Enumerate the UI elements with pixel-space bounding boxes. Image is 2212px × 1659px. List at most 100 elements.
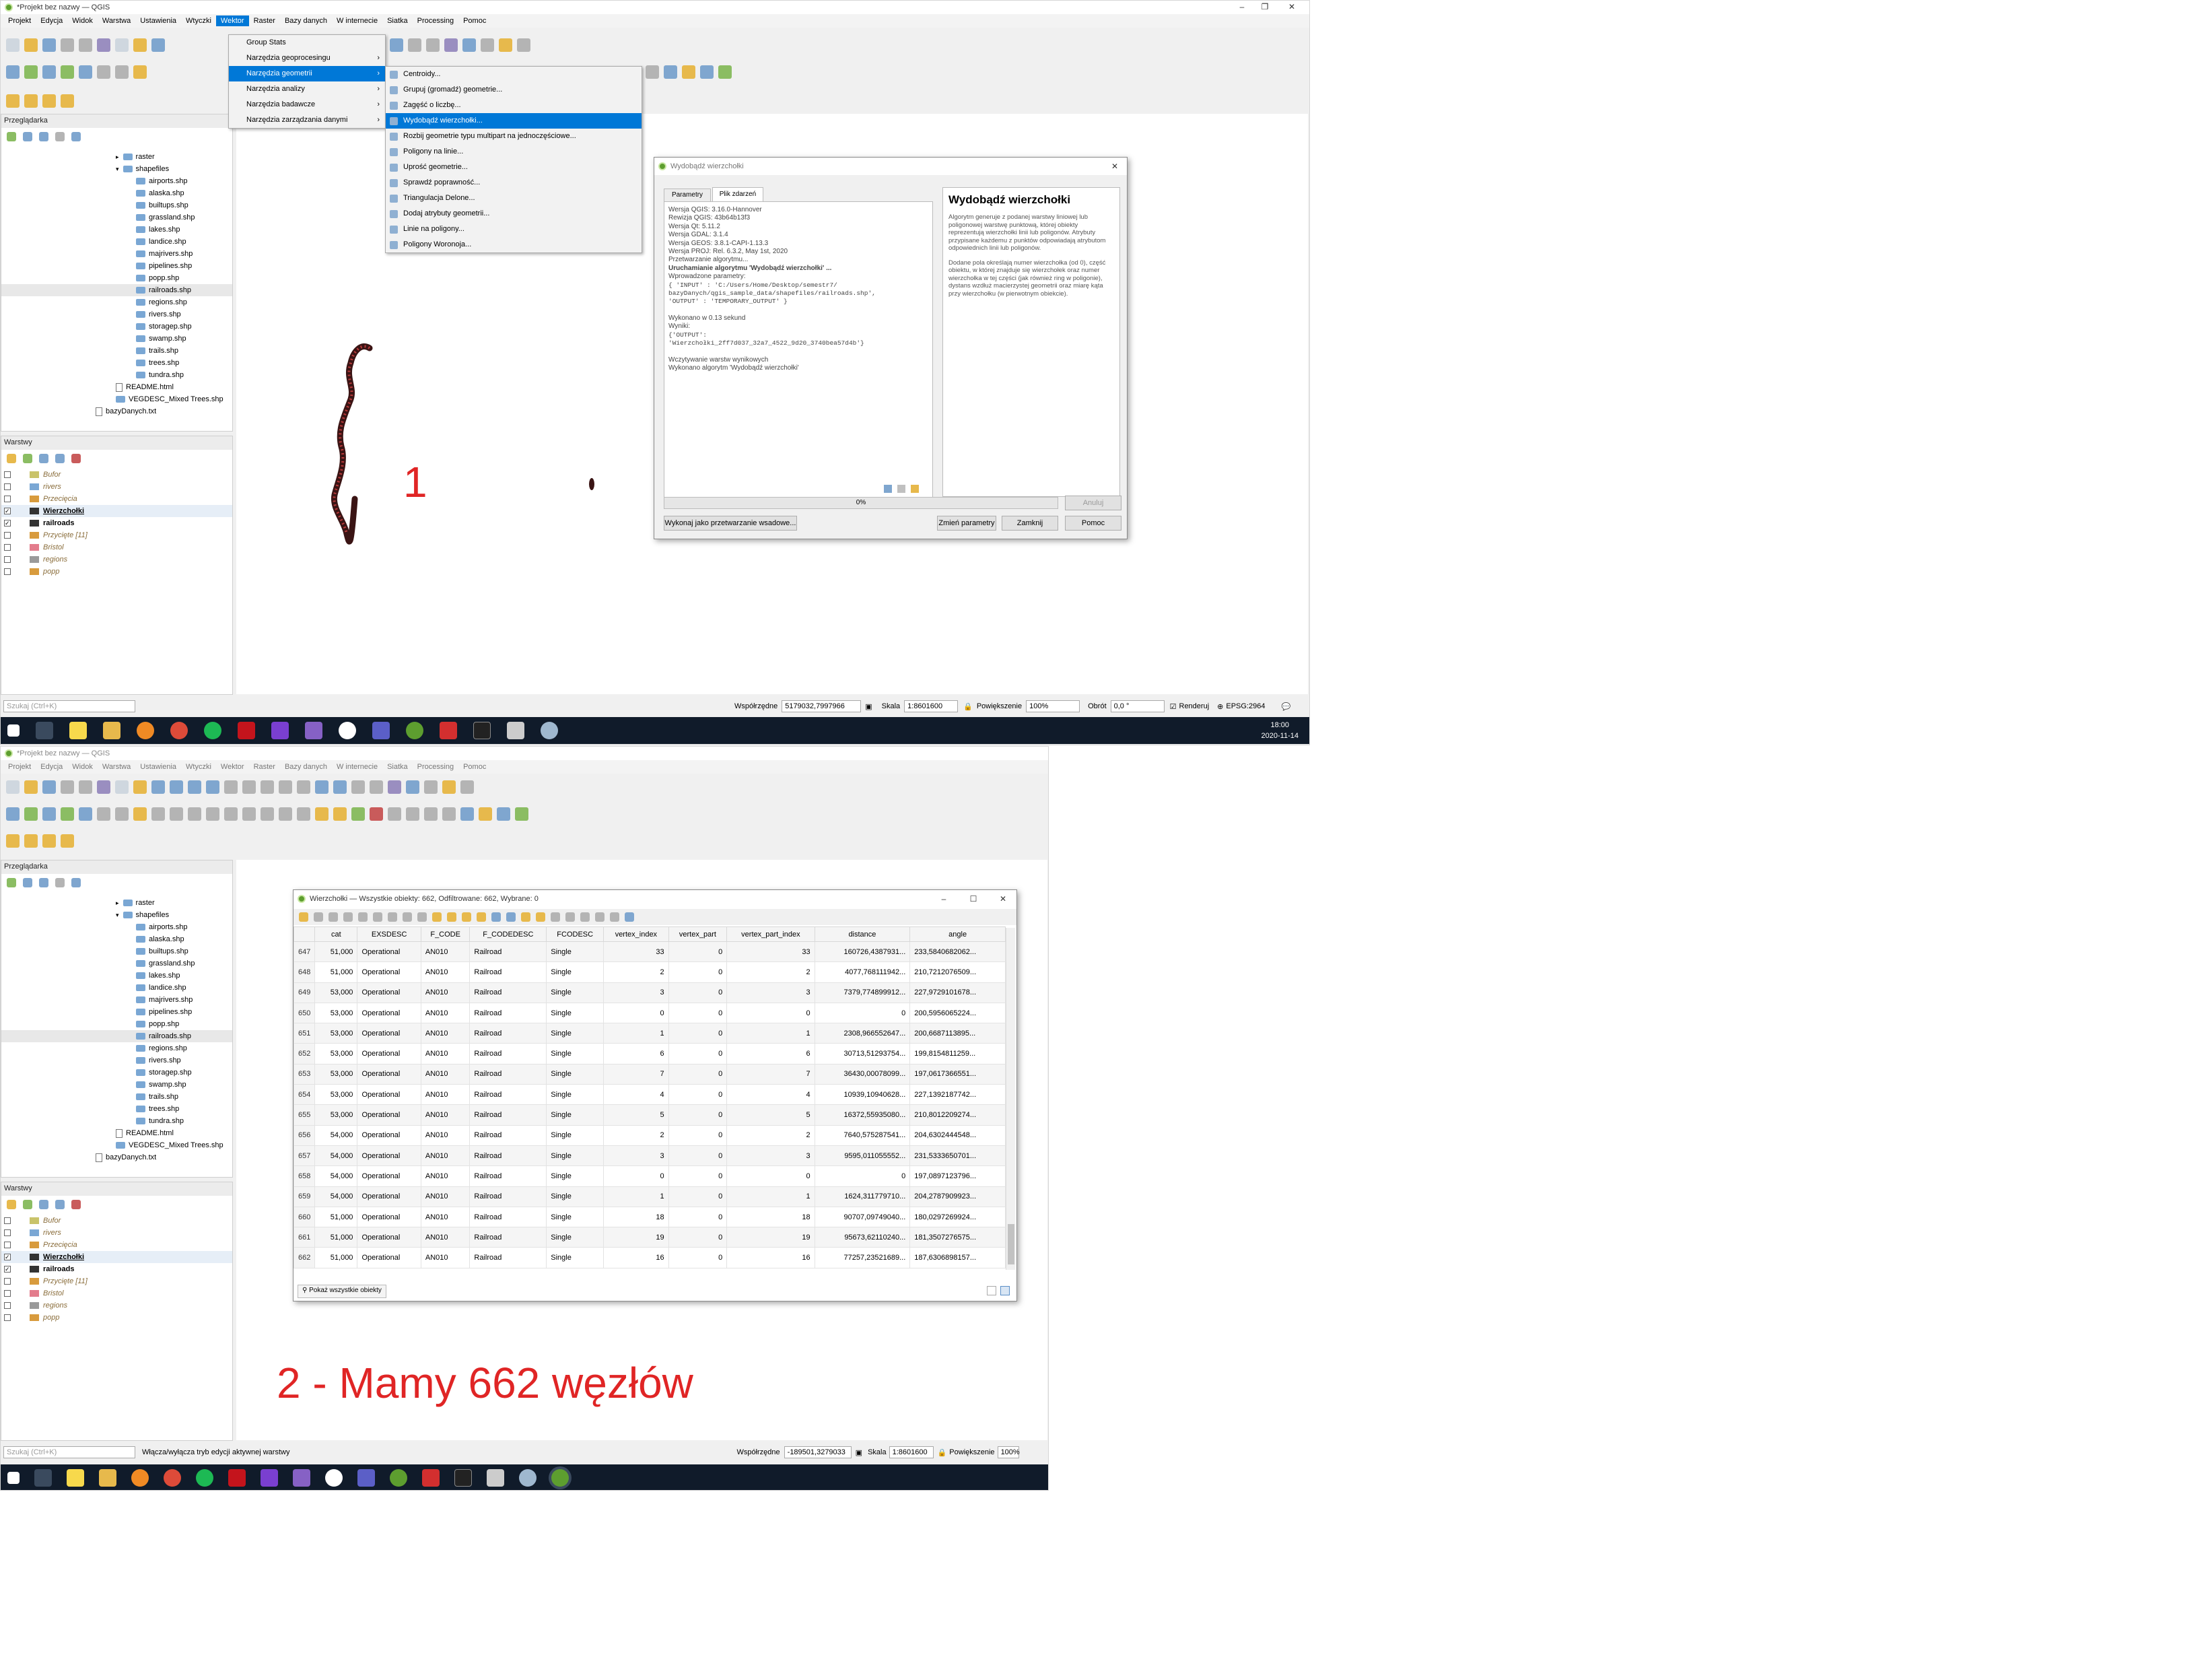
layer-visibility-checkbox[interactable]	[4, 1278, 11, 1285]
menu-wektor[interactable]: Wektor	[216, 761, 249, 772]
column-header[interactable]: F_CODEDESC	[469, 926, 547, 942]
text-annotation-icon[interactable]	[517, 38, 530, 52]
menu-widok[interactable]: Widok	[67, 761, 98, 772]
add-layer-icon[interactable]	[7, 878, 16, 887]
zoom-full-icon[interactable]	[188, 780, 201, 794]
expand-arrow-icon[interactable]: ▾	[116, 912, 119, 918]
coordinate-field[interactable]: -189501,3279033	[784, 1446, 852, 1458]
style-manager-icon[interactable]	[97, 780, 110, 794]
identify-icon[interactable]	[390, 38, 403, 52]
netflix-icon[interactable]	[238, 722, 255, 739]
select-features-icon[interactable]	[6, 94, 20, 108]
deselect-icon[interactable]	[42, 94, 56, 108]
add-vector-icon[interactable]	[42, 65, 56, 79]
close-button[interactable]: Zamknij	[1002, 516, 1058, 531]
extents-icon[interactable]: ▣	[856, 1448, 862, 1457]
browser-item[interactable]: rivers.shp	[1, 1054, 232, 1066]
restore-icon[interactable]: ❐	[1255, 2, 1274, 11]
browser-item[interactable]: lakes.shp	[1, 970, 232, 982]
layer-item[interactable]: Bufor	[1, 1215, 232, 1227]
info-icon[interactable]	[71, 132, 81, 141]
lock-icon[interactable]: 🔒	[938, 1448, 947, 1457]
delete-selected-icon[interactable]	[206, 807, 219, 821]
scale-field[interactable]: 1:8601600	[889, 1446, 934, 1458]
menu-projekt[interactable]: Projekt	[3, 761, 36, 772]
print-layout-icon[interactable]	[61, 780, 74, 794]
dock-icon[interactable]	[625, 912, 634, 922]
acrobat-icon[interactable]	[440, 722, 457, 739]
browser-item[interactable]: trails.shp	[1, 345, 232, 357]
layer-visibility-checkbox[interactable]: ✓	[4, 1266, 11, 1273]
browser-item[interactable]: rivers.shp	[1, 308, 232, 320]
table-row[interactable]: 652 53,000 Operational AN010 Railroad Single 6…	[293, 1043, 1006, 1064]
sticky-notes-icon[interactable]	[67, 1469, 84, 1487]
browser-item[interactable]: alaska.shp	[1, 187, 232, 199]
layer-item[interactable]: Przycięte [11]	[1, 529, 232, 541]
form-view-icon[interactable]	[987, 1286, 996, 1295]
layer-visibility-checkbox[interactable]	[4, 556, 11, 563]
statistics-icon[interactable]	[462, 38, 476, 52]
pan-icon[interactable]	[115, 780, 129, 794]
tab-log[interactable]: Plik zdarzeń	[712, 187, 763, 202]
toggle-edit-icon[interactable]	[133, 65, 147, 79]
copy-log-icon[interactable]	[897, 485, 905, 493]
column-header[interactable]: EXSDESC	[357, 926, 421, 942]
new-geopackage-icon[interactable]	[24, 65, 38, 79]
move-label-icon[interactable]	[388, 807, 401, 821]
layer-item[interactable]: ✓ Wierzchołki	[1, 505, 232, 517]
inkscape-icon[interactable]	[507, 722, 524, 739]
table-row[interactable]: 648 51,000 Operational AN010 Railroad Single 2…	[293, 961, 1006, 983]
move-top-icon[interactable]	[506, 912, 516, 922]
redo-icon[interactable]	[297, 807, 310, 821]
copy-icon[interactable]	[403, 912, 412, 922]
column-header[interactable]: vertex_index	[603, 926, 669, 942]
layer-visibility-checkbox[interactable]	[4, 1229, 11, 1236]
open-project-icon[interactable]	[24, 38, 38, 52]
layer-visibility-checkbox[interactable]	[4, 532, 11, 539]
browser-item[interactable]: swamp.shp	[1, 333, 232, 345]
geometry-menu-item[interactable]: Grupuj (gromadź) geometrie...	[386, 82, 642, 98]
geometry-menu-item[interactable]: Linie na poligony...	[386, 222, 642, 237]
browser-item[interactable]: pipelines.shp	[1, 1006, 232, 1018]
select-all-icon[interactable]	[447, 912, 456, 922]
minimize-icon[interactable]: –	[1233, 2, 1251, 11]
table-row[interactable]: 661 51,000 Operational AN010 Railroad Single 1…	[293, 1227, 1006, 1248]
column-header[interactable]: angle	[909, 926, 1006, 942]
browser-item[interactable]: railroads.shp	[1, 1030, 232, 1042]
add-feature-icon[interactable]	[170, 807, 183, 821]
conditional-format-icon[interactable]	[595, 912, 604, 922]
add-mesh-icon[interactable]	[79, 807, 92, 821]
label-icon[interactable]	[61, 94, 74, 108]
vertex-tool-icon[interactable]	[188, 807, 201, 821]
misc-tool-icon[interactable]	[646, 65, 659, 79]
select-expression-icon[interactable]	[432, 912, 442, 922]
menu-processing[interactable]: Processing	[413, 15, 458, 26]
reload-icon[interactable]	[343, 912, 353, 922]
browser-item[interactable]: swamp.shp	[1, 1079, 232, 1091]
teams-icon[interactable]	[357, 1469, 375, 1487]
geometry-menu-item[interactable]: Sprawdź poprawność...	[386, 175, 642, 191]
invert-selection-icon[interactable]	[462, 912, 471, 922]
deselect-all-icon[interactable]	[477, 912, 486, 922]
globe-icon[interactable]	[460, 807, 474, 821]
menu-bazy-danych[interactable]: Bazy danych	[280, 15, 332, 26]
new-project-icon[interactable]	[6, 38, 20, 52]
browser-item[interactable]: popp.shp	[1, 272, 232, 284]
browser-item[interactable]: VEGDESC_Mixed Trees.shp	[1, 393, 232, 405]
table-row[interactable]: 660 51,000 Operational AN010 Railroad Single 1…	[293, 1206, 1006, 1228]
row-number[interactable]: 653	[293, 1063, 316, 1085]
table-row[interactable]: 651 53,000 Operational AN010 Railroad Single 1…	[293, 1023, 1006, 1044]
menu-projekt[interactable]: Projekt	[3, 15, 36, 26]
filter-icon[interactable]	[39, 1200, 48, 1209]
menu-pomoc[interactable]: Pomoc	[458, 761, 491, 772]
save-log-icon[interactable]	[884, 485, 892, 493]
show-bookmarks-icon[interactable]	[297, 780, 310, 794]
layer-item[interactable]: Bufor	[1, 469, 232, 481]
browser-item[interactable]: landice.shp	[1, 236, 232, 248]
help-button[interactable]: Pomoc	[1065, 516, 1121, 531]
spotify-icon[interactable]	[196, 1469, 213, 1487]
change-label-icon[interactable]	[424, 807, 438, 821]
refresh-icon[interactable]	[23, 878, 32, 887]
label-properties-icon[interactable]	[442, 807, 456, 821]
table-row[interactable]: 649 53,000 Operational AN010 Railroad Single 3…	[293, 982, 1006, 1003]
